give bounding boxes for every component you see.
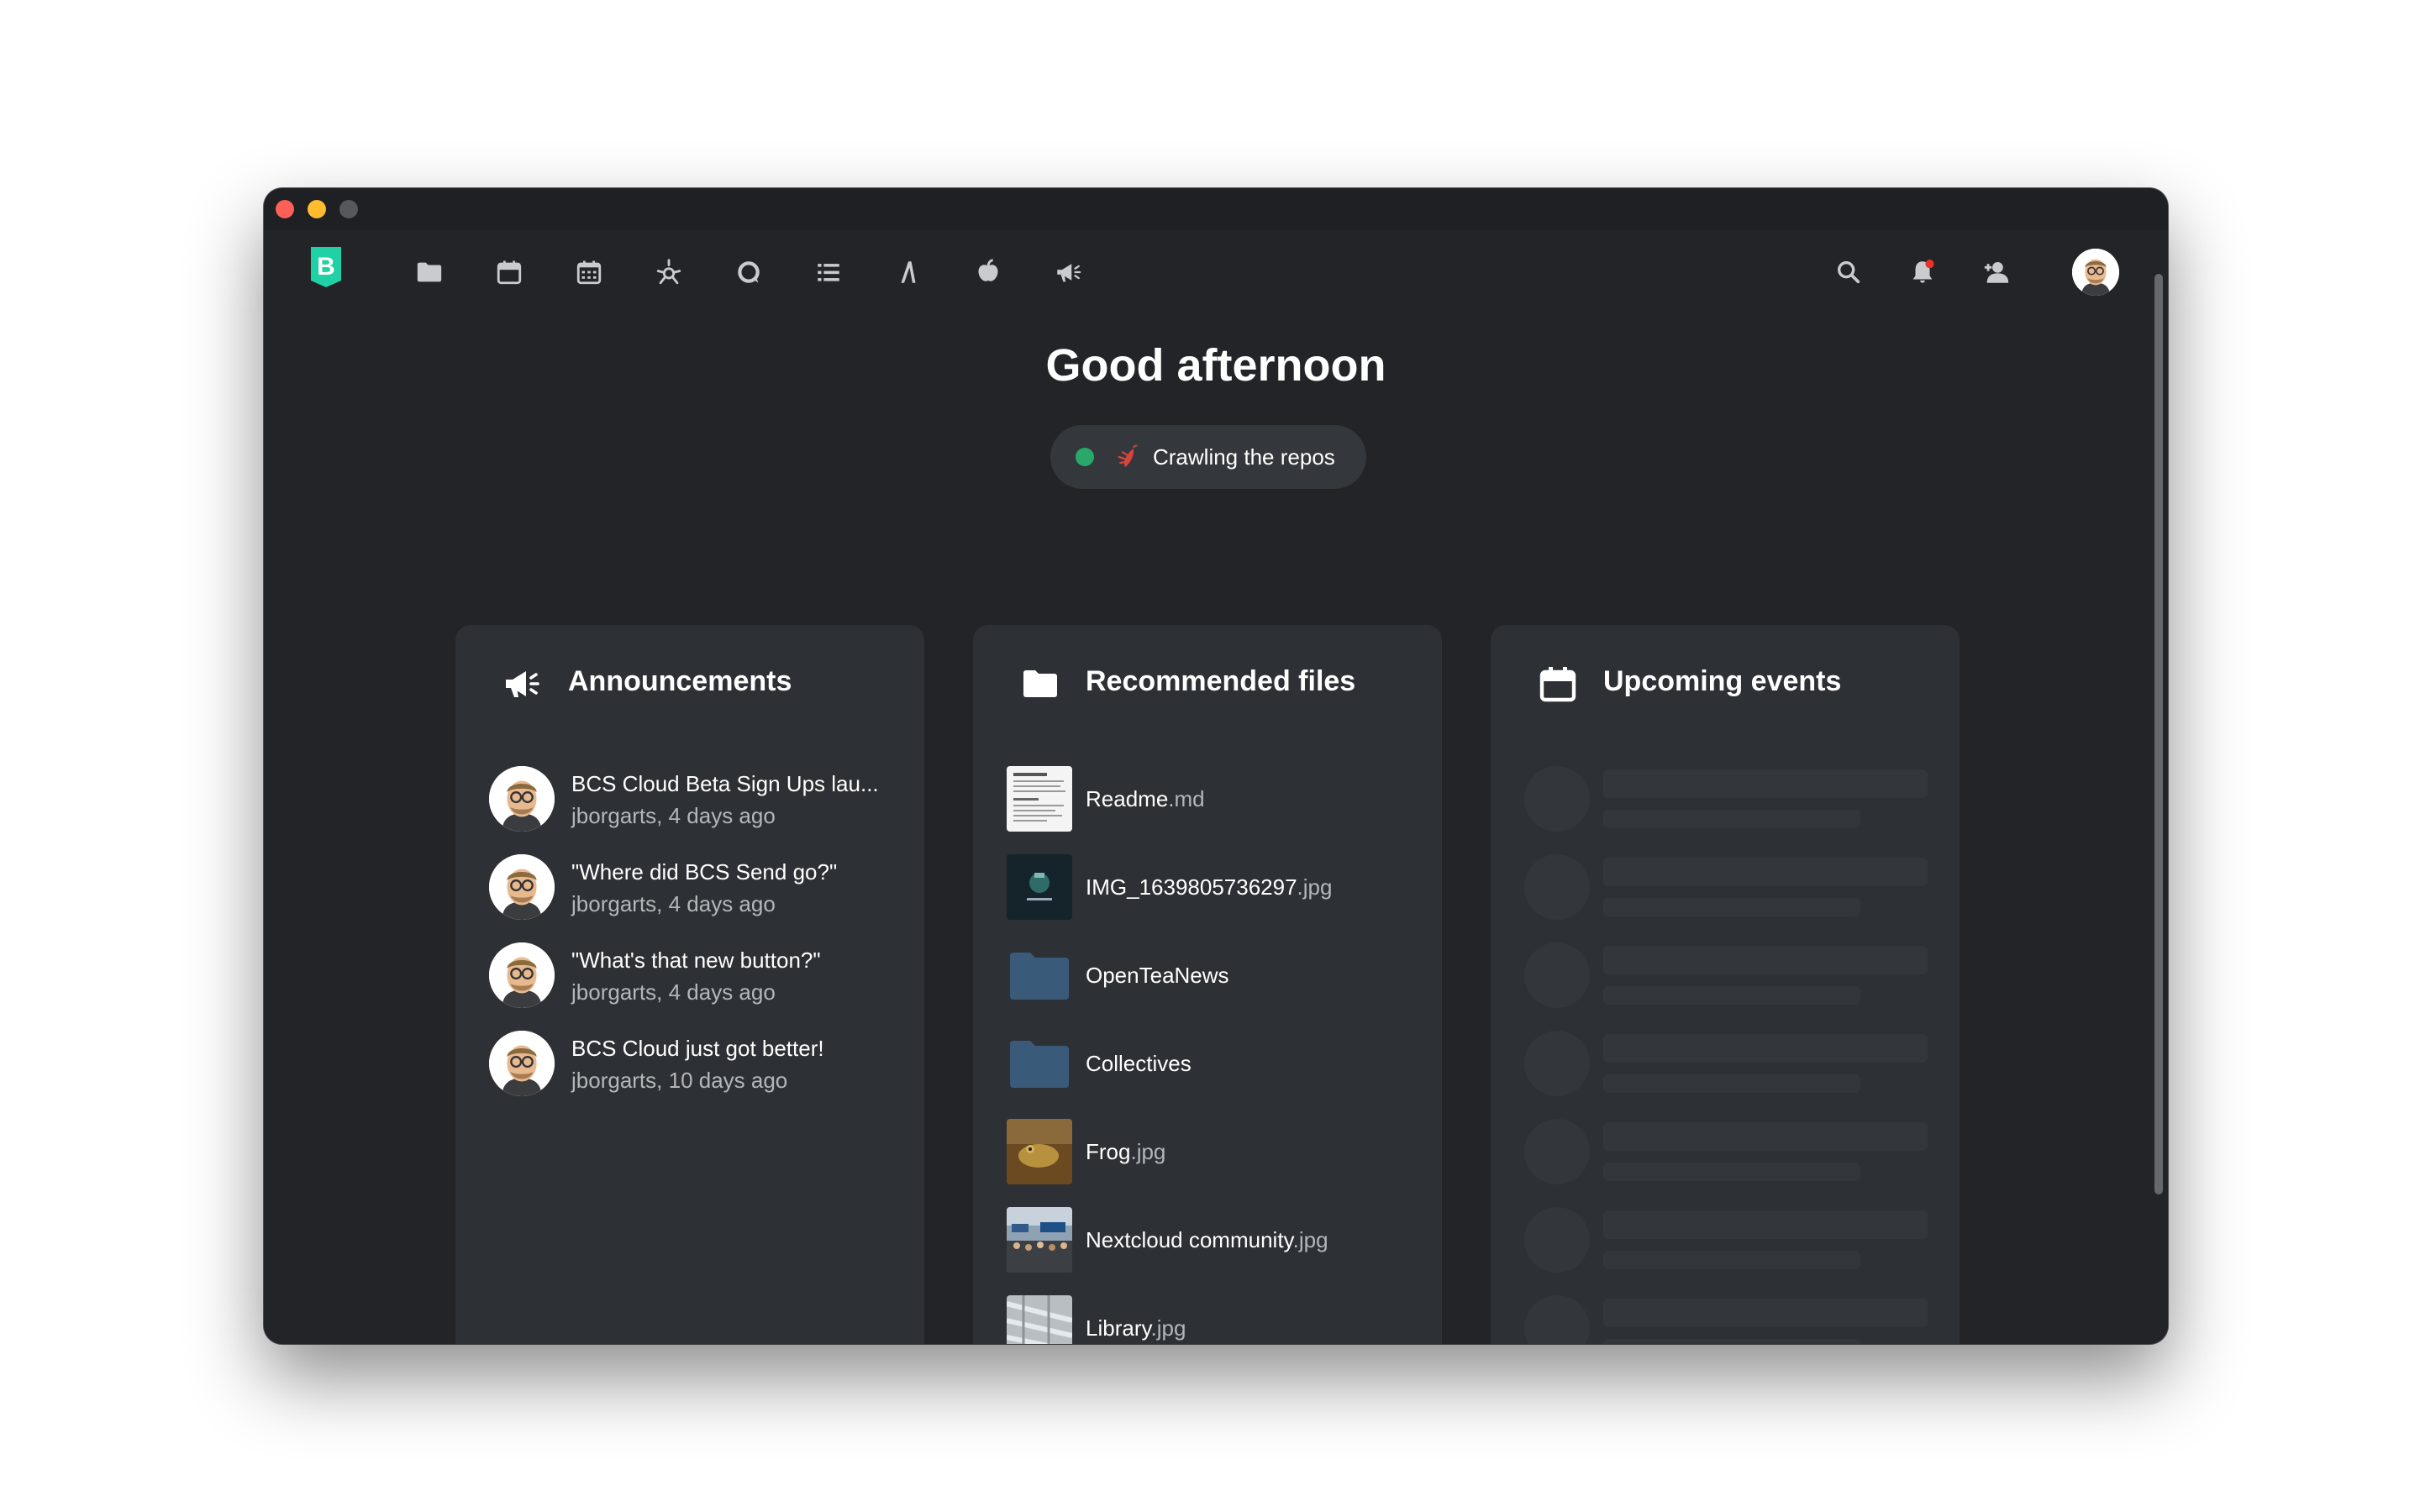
announcements-icon[interactable] (1050, 254, 1086, 291)
recommended-files-title: Recommended files (1086, 665, 1356, 697)
megaphone-icon (506, 671, 539, 697)
recommended-files-panel: Recommended files Readme.md IMG_16398057… (973, 625, 1442, 1344)
announcement-title: BCS Cloud just got better! (571, 1036, 824, 1061)
user-avatar[interactable] (2072, 249, 2119, 296)
announcement-meta: jborgarts, 4 days ago (571, 979, 776, 1005)
image-thumbnail (1007, 1295, 1072, 1344)
user-status-button[interactable]: Crawling the repos (1050, 425, 1366, 489)
top-header: B (264, 230, 2168, 314)
loading-placeholder (1524, 1119, 1928, 1184)
image-thumbnail (1007, 1207, 1072, 1273)
close-window-button[interactable] (276, 200, 294, 218)
contacts-icon[interactable] (1978, 254, 2015, 291)
loading-placeholder (1524, 1295, 1928, 1344)
lobster-icon (1118, 444, 1139, 467)
calendar-icon[interactable] (491, 254, 528, 291)
loading-placeholder (1524, 1207, 1928, 1273)
text-icon[interactable] (890, 254, 927, 291)
file-item[interactable]: Readme.md (1007, 766, 1427, 832)
page-scrollbar[interactable] (2154, 274, 2163, 1194)
minimize-window-button[interactable] (308, 200, 326, 218)
file-name-label: IMG_1639805736297.jpg (1086, 874, 1333, 900)
dashboard: B Good afternoon Crawling the repos Anno… (264, 230, 2168, 1344)
author-avatar (489, 854, 555, 920)
window-titlebar (264, 188, 2168, 230)
tasks-icon[interactable] (810, 254, 847, 291)
greeting-title: Good afternoon (1045, 340, 1386, 391)
file-item[interactable]: Library.jpg (1007, 1295, 1427, 1344)
file-item[interactable]: Frog.jpg (1007, 1119, 1427, 1184)
announcement-item[interactable]: BCS Cloud Beta Sign Ups lau... jborgarts… (489, 766, 909, 833)
announcement-item[interactable]: BCS Cloud just got better! jborgarts, 10… (489, 1031, 909, 1098)
loading-placeholder (1524, 1031, 1928, 1096)
file-name-label: Nextcloud community.jpg (1086, 1227, 1328, 1252)
zoom-window-button[interactable] (339, 200, 358, 218)
status-text: Crawling the repos (1153, 444, 1335, 470)
calendar-grid-icon[interactable] (571, 254, 608, 291)
announcement-item[interactable]: "What's that new button?" jborgarts, 4 d… (489, 942, 909, 1010)
author-avatar (489, 1031, 555, 1096)
file-name-label: OpenTeaNews (1086, 963, 1229, 988)
online-status-dot (1076, 448, 1094, 466)
app-window: B Good afternoon Crawling the repos Anno… (264, 188, 2168, 1344)
folder-icon (1023, 670, 1057, 697)
file-item[interactable]: IMG_1639805736297.jpg (1007, 854, 1427, 920)
file-item[interactable]: Nextcloud community.jpg (1007, 1207, 1427, 1273)
loading-placeholder (1524, 942, 1928, 1008)
announcement-meta: jborgarts, 10 days ago (571, 1068, 788, 1093)
loading-placeholder (1524, 766, 1928, 832)
activity-icon[interactable] (650, 254, 687, 291)
author-avatar (489, 766, 555, 832)
announcements-panel: Announcements BCS Cloud Beta Sign Ups la… (455, 625, 924, 1344)
author-avatar (489, 942, 555, 1008)
file-item[interactable]: Collectives (1007, 1031, 1427, 1096)
talk-icon[interactable] (730, 254, 767, 291)
folder-icon (1007, 942, 1072, 1008)
upcoming-events-title: Upcoming events (1603, 665, 1842, 697)
loading-placeholder (1524, 854, 1928, 920)
upcoming-events-panel: Upcoming events (1491, 625, 1960, 1344)
announcements-title: Announcements (568, 665, 792, 697)
app-logo[interactable]: B (308, 245, 345, 289)
files-icon[interactable] (411, 254, 448, 291)
announcement-title: "What's that new button?" (571, 948, 821, 973)
document-thumbnail (1007, 766, 1072, 832)
announcement-item[interactable]: "Where did BCS Send go?" jborgarts, 4 da… (489, 854, 909, 921)
folder-icon (1007, 1031, 1072, 1096)
search-icon[interactable] (1830, 254, 1867, 291)
deck-icon[interactable] (970, 254, 1007, 291)
file-name-label: Readme.md (1086, 786, 1205, 811)
file-item[interactable]: OpenTeaNews (1007, 942, 1427, 1008)
announcement-title: "Where did BCS Send go?" (571, 859, 838, 885)
file-name-label: Collectives (1086, 1051, 1192, 1076)
announcement-meta: jborgarts, 4 days ago (571, 803, 776, 828)
image-thumbnail (1007, 854, 1072, 920)
svg-text:B: B (317, 253, 335, 281)
announcement-meta: jborgarts, 4 days ago (571, 891, 776, 916)
file-name-label: Frog.jpg (1086, 1139, 1166, 1164)
image-thumbnail (1007, 1119, 1072, 1184)
notifications-icon[interactable] (1904, 254, 1941, 291)
announcement-title: BCS Cloud Beta Sign Ups lau... (571, 771, 879, 796)
calendar-icon (1539, 667, 1576, 702)
file-name-label: Library.jpg (1086, 1315, 1186, 1341)
